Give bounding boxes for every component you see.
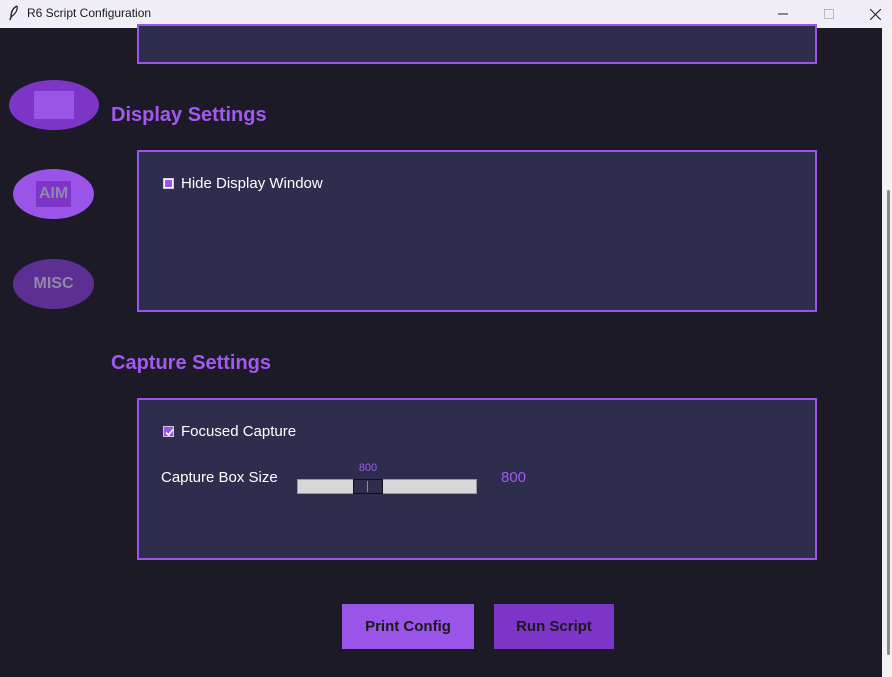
nav-aim-button[interactable]: AIM [13,169,94,219]
capture-box-size-slider[interactable] [297,479,477,494]
previous-settings-panel [137,24,817,64]
nav-misc-button[interactable]: MISC [13,259,94,309]
run-script-button[interactable]: Run Script [494,604,614,649]
print-config-button[interactable]: Print Config [342,604,474,649]
feather-icon [9,5,18,21]
nav-aim-label: AIM [35,181,72,207]
display-settings-title: Display Settings [111,104,267,126]
capture-box-size-label: Capture Box Size [161,469,278,486]
maximize-icon [824,9,834,19]
minimize-icon [778,13,788,15]
capture-box-size-value: 800 [501,469,527,486]
check-icon [165,428,174,437]
slider-thumb[interactable] [353,479,383,494]
window-title: R6 Script Configuration [27,6,152,20]
focused-capture-label: Focused Capture [181,423,297,440]
close-icon [869,8,881,20]
focused-capture-checkbox[interactable]: Focused Capture [163,423,296,440]
checkbox-box[interactable] [163,426,174,437]
close-button[interactable] [852,0,892,28]
hide-display-window-label: Hide Display Window [181,175,323,192]
hide-display-window-checkbox[interactable]: Hide Display Window [163,175,323,192]
capture-settings-title: Capture Settings [111,352,272,374]
display-icon [34,91,74,119]
nav-misc-label: MISC [33,275,74,292]
slider-value-label: 800 [358,462,378,474]
nav-display-button[interactable] [9,80,99,130]
checkbox-box[interactable] [163,178,174,189]
scrollbar-thumb[interactable] [887,190,890,655]
